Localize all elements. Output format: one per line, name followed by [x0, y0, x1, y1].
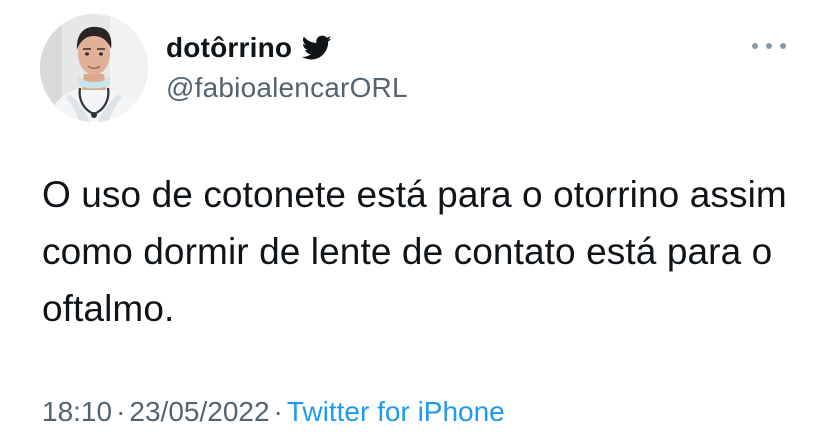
- profile-photo: [40, 14, 148, 122]
- more-dot: [752, 43, 758, 49]
- more-dot: [766, 43, 772, 49]
- meta-separator: ·: [273, 396, 283, 427]
- tweet-time[interactable]: 18:10: [42, 396, 112, 427]
- tweet-source-link[interactable]: Twitter for iPhone: [287, 396, 505, 427]
- tweet-card: dotôrrino @fabioalencarORL O uso de coto…: [0, 0, 828, 443]
- tweet-text: O uso de cotonete está para o otorrino a…: [42, 174, 787, 329]
- meta-separator: ·: [116, 396, 126, 427]
- display-name[interactable]: dotôrrino: [166, 32, 292, 64]
- tweet-meta: 18:10 · 23/05/2022 · Twitter for iPhone: [42, 394, 505, 430]
- handle[interactable]: @fabioalencarORL: [166, 72, 408, 104]
- more-dot: [780, 43, 786, 49]
- tweet-date[interactable]: 23/05/2022: [129, 396, 269, 427]
- more-options-icon[interactable]: [752, 36, 786, 56]
- author-info: dotôrrino @fabioalencarORL: [166, 30, 408, 104]
- display-name-row: dotôrrino: [166, 30, 408, 66]
- twitter-bird-icon: [301, 35, 332, 61]
- avatar[interactable]: [40, 14, 148, 122]
